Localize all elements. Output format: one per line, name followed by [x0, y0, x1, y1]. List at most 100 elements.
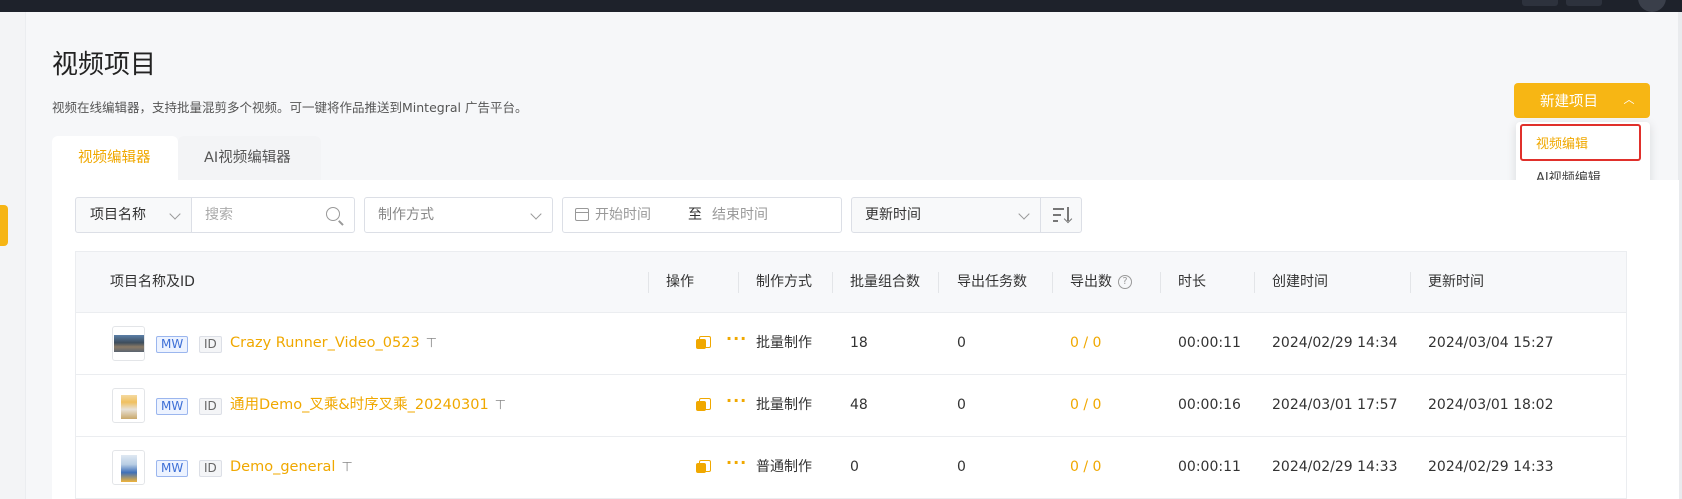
mw-tag: MW	[156, 460, 189, 477]
date-range-picker[interactable]: 开始时间 至 结束时间	[562, 197, 842, 233]
col-header-duration: 时长	[1178, 274, 1206, 290]
id-tag[interactable]: ID	[199, 336, 222, 353]
cell-method: 普通制作	[756, 459, 812, 475]
cell-combos: 18	[850, 335, 868, 351]
cell-updated: 2024/02/29 14:33	[1428, 459, 1554, 475]
col-header-exports-label: 导出数	[1070, 274, 1112, 290]
more-icon[interactable]: ···	[726, 453, 747, 473]
project-thumbnail[interactable]	[112, 450, 145, 485]
project-thumbnail[interactable]	[112, 326, 145, 361]
table-row[interactable]: MW ID Crazy Runner_Video_0523 ⊤ ··· 批量制作 …	[76, 313, 1626, 375]
column-divider	[738, 272, 739, 293]
project-name[interactable]: 通用Demo_叉乘&时序叉乘_20240301	[230, 397, 489, 413]
mw-tag: MW	[156, 336, 189, 353]
id-tag[interactable]: ID	[199, 398, 222, 415]
cell-updated: 2024/03/01 18:02	[1428, 397, 1554, 413]
avatar[interactable]	[1638, 0, 1666, 12]
column-divider	[832, 272, 833, 293]
project-name-link[interactable]: Crazy Runner_Video_0523 ⊤	[230, 313, 437, 374]
sort-order-button[interactable]	[1040, 197, 1082, 233]
column-divider	[938, 272, 939, 293]
pin-top-icon[interactable]: ⊤	[495, 375, 506, 436]
tab-video-editor[interactable]: 视频编辑器	[52, 136, 178, 180]
table-row[interactable]: MW ID Demo_general ⊤ ··· 普通制作 0 0 0 / 0 0…	[76, 437, 1626, 499]
cell-duration: 00:00:16	[1178, 397, 1241, 413]
cell-created: 2024/02/29 14:33	[1272, 459, 1398, 475]
cell-duration: 00:00:11	[1178, 459, 1241, 475]
sort-descending-icon	[1053, 207, 1071, 223]
cell-tasks: 0	[957, 459, 966, 475]
topbar-button[interactable]	[1566, 0, 1602, 6]
cell-updated: 2024/03/04 15:27	[1428, 335, 1554, 351]
search-placeholder: 搜索	[205, 207, 233, 223]
menu-item-video-edit[interactable]: 视频编辑	[1516, 129, 1650, 161]
col-header-actions: 操作	[666, 274, 694, 290]
project-name[interactable]: Demo_general	[230, 459, 335, 475]
cell-created: 2024/03/01 17:57	[1272, 397, 1398, 413]
table-row[interactable]: MW ID 通用Demo_叉乘&时序叉乘_20240301 ⊤ ··· 批量制作 …	[76, 375, 1626, 437]
cell-combos: 48	[850, 397, 868, 413]
copy-icon[interactable]	[696, 460, 711, 474]
id-tag[interactable]: ID	[199, 460, 222, 477]
column-divider	[648, 272, 649, 293]
date-separator: 至	[688, 207, 702, 223]
sort-field-label: 更新时间	[865, 207, 921, 223]
calendar-icon	[575, 208, 589, 221]
col-header-name: 项目名称及ID	[110, 274, 195, 290]
project-name[interactable]: Crazy Runner_Video_0523	[230, 335, 420, 351]
more-icon[interactable]: ···	[726, 391, 747, 411]
col-header-created: 创建时间	[1272, 274, 1328, 290]
col-header-tasks: 导出任务数	[957, 274, 1027, 290]
chevron-down-icon	[169, 208, 181, 220]
page-description: 视频在线编辑器，支持批量混剪多个视频。可一键将作品推送到Mintegral 广告…	[52, 100, 528, 115]
chevron-down-icon	[1018, 208, 1030, 220]
column-divider	[1160, 272, 1161, 293]
topbar-button[interactable]	[1522, 0, 1558, 6]
col-header-exports: 导出数?	[1070, 252, 1132, 313]
project-name-link[interactable]: Demo_general ⊤	[230, 437, 353, 498]
search-input[interactable]: 搜索	[191, 197, 355, 233]
mw-tag: MW	[156, 398, 189, 415]
cell-exports[interactable]: 0 / 0	[1070, 437, 1101, 498]
copy-icon[interactable]	[696, 398, 711, 412]
pin-top-icon[interactable]: ⊤	[426, 313, 437, 374]
column-divider	[1410, 272, 1411, 293]
sort-field-select[interactable]: 更新时间	[851, 197, 1041, 233]
date-end[interactable]: 结束时间	[712, 198, 768, 232]
cell-exports[interactable]: 0 / 0	[1070, 375, 1101, 436]
cell-tasks: 0	[957, 335, 966, 351]
project-thumbnail[interactable]	[112, 388, 145, 423]
cell-tasks: 0	[957, 397, 966, 413]
project-table: 项目名称及ID 操作 制作方式 批量组合数 导出任务数 导出数? 时长 创建时间…	[75, 251, 1627, 499]
table-header: 项目名称及ID 操作 制作方式 批量组合数 导出任务数 导出数? 时长 创建时间…	[76, 252, 1626, 313]
cell-method: 批量制作	[756, 335, 812, 351]
column-divider	[1052, 272, 1053, 293]
method-placeholder: 制作方式	[378, 207, 434, 223]
cell-created: 2024/02/29 14:34	[1272, 335, 1398, 351]
search-icon[interactable]	[326, 207, 340, 221]
col-header-updated: 更新时间	[1428, 274, 1484, 290]
cell-combos: 0	[850, 459, 859, 475]
col-header-method: 制作方式	[756, 274, 812, 290]
project-name-link[interactable]: 通用Demo_叉乘&时序叉乘_20240301 ⊤	[230, 375, 506, 436]
new-project-button[interactable]: 新建项目 ︿	[1514, 83, 1650, 118]
cell-duration: 00:00:11	[1178, 335, 1241, 351]
new-project-label: 新建项目	[1540, 94, 1598, 110]
method-select[interactable]: 制作方式	[364, 197, 553, 233]
copy-icon[interactable]	[696, 336, 711, 350]
top-bar	[0, 0, 1682, 12]
chevron-up-icon: ︿	[1623, 93, 1635, 106]
sidebar	[0, 12, 26, 499]
project-field-label: 项目名称	[90, 207, 146, 223]
col-header-combos: 批量组合数	[850, 274, 920, 290]
sidebar-active-marker[interactable]	[0, 205, 8, 246]
cell-exports[interactable]: 0 / 0	[1070, 313, 1101, 374]
date-start[interactable]: 开始时间	[595, 198, 651, 232]
pin-top-icon[interactable]: ⊤	[341, 437, 352, 498]
tab-ai-video-editor[interactable]: AI视频编辑器	[178, 136, 321, 180]
column-divider	[1254, 272, 1255, 293]
more-icon[interactable]: ···	[726, 329, 747, 349]
page-title: 视频项目	[52, 50, 157, 80]
project-field-select[interactable]: 项目名称	[75, 197, 192, 233]
help-icon[interactable]: ?	[1118, 275, 1132, 289]
